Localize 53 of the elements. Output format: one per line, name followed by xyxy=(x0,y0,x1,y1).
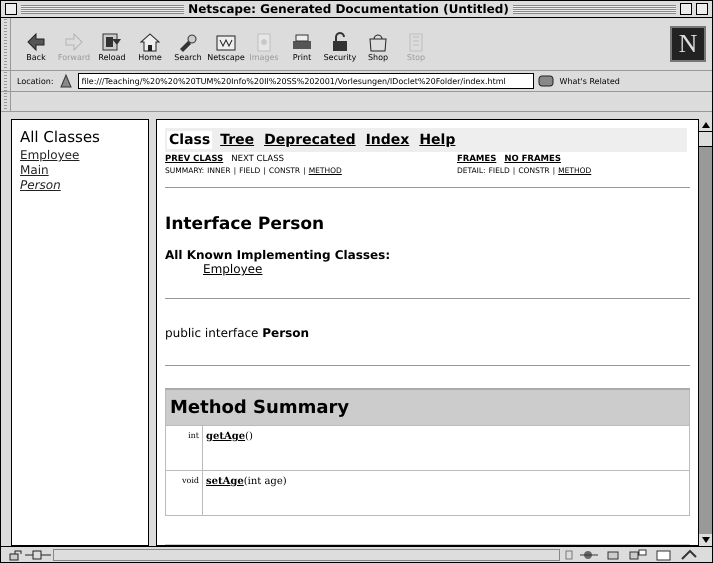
table-cell: int xyxy=(166,426,202,470)
class-link[interactable]: Person xyxy=(20,178,61,193)
house-icon xyxy=(138,30,162,52)
toolbar-button[interactable]: Back xyxy=(17,26,55,62)
scroll-down-icon[interactable] xyxy=(702,537,710,543)
padlock-icon[interactable] xyxy=(9,548,23,560)
toolbar-button[interactable]: Print xyxy=(283,26,321,62)
reload-icon xyxy=(100,30,124,52)
whats-related-button[interactable]: What's Related xyxy=(560,76,620,86)
toolbar-grip[interactable] xyxy=(1,92,11,111)
scroll-thumb[interactable] xyxy=(699,131,712,147)
toolbar-button[interactable]: Netscape xyxy=(207,26,245,62)
nav-link[interactable]: NO FRAMES xyxy=(504,154,561,164)
toolbar-button[interactable]: Search xyxy=(169,26,207,62)
window-title: Netscape: Generated Documentation (Untitled) xyxy=(188,2,509,16)
method-params: (int age) xyxy=(244,476,287,487)
toolbar-button[interactable]: Security xyxy=(321,26,359,62)
method-params: () xyxy=(245,431,253,442)
scroll-up-icon[interactable] xyxy=(702,122,710,128)
toolbar-button[interactable]: Shop xyxy=(359,26,397,62)
nav-tab[interactable]: Help xyxy=(417,131,458,149)
nav-tab[interactable]: Index xyxy=(364,131,412,149)
table-heading: Method Summary xyxy=(166,389,690,426)
toolbar-button[interactable]: Home xyxy=(131,26,169,62)
frame-heading: All Classes xyxy=(20,128,100,146)
location-field[interactable]: file:///Teaching/%20%20%20TUM%20Info%20II%20SS%202001/Vorlesungen/IDoclet%20Folder/index.html xyxy=(78,73,534,89)
collapse-box[interactable] xyxy=(696,3,708,15)
nav-link[interactable]: NEXT CLASS xyxy=(231,154,284,164)
nav-tab[interactable]: Deprecated xyxy=(262,131,358,149)
close-box[interactable] xyxy=(5,3,17,15)
plug-icon[interactable] xyxy=(25,548,51,560)
toolbar-grip[interactable] xyxy=(1,18,11,70)
method-name-link[interactable]: setAge xyxy=(206,476,244,487)
scrollbar[interactable] xyxy=(698,119,712,546)
method-name-link[interactable]: getAge xyxy=(206,431,246,442)
page-title: Interface Person xyxy=(165,214,326,234)
toolbar-grip[interactable] xyxy=(1,71,11,91)
implementing-heading: All Known Implementing Classes: xyxy=(165,248,392,262)
nav-tab[interactable]: Tree xyxy=(218,131,256,149)
nav-link[interactable]: FRAMES xyxy=(457,154,496,164)
related-icon[interactable] xyxy=(538,74,556,88)
class-link[interactable]: Employee xyxy=(203,262,690,276)
toolbar-button[interactable]: Reload xyxy=(93,26,131,62)
location-label: Location: xyxy=(17,76,54,86)
class-link[interactable]: Employee xyxy=(20,148,80,163)
declaration-text: public interface Person xyxy=(165,326,310,340)
table-cell: void xyxy=(166,470,202,516)
zoom-box[interactable] xyxy=(680,3,692,15)
netscape-logo[interactable]: N xyxy=(670,26,706,62)
page-proxy-icon[interactable] xyxy=(58,73,74,89)
nav-link[interactable]: PREV CLASS xyxy=(165,154,224,164)
class-link[interactable]: Main xyxy=(20,163,49,178)
nav-tab[interactable]: Class xyxy=(167,131,212,149)
